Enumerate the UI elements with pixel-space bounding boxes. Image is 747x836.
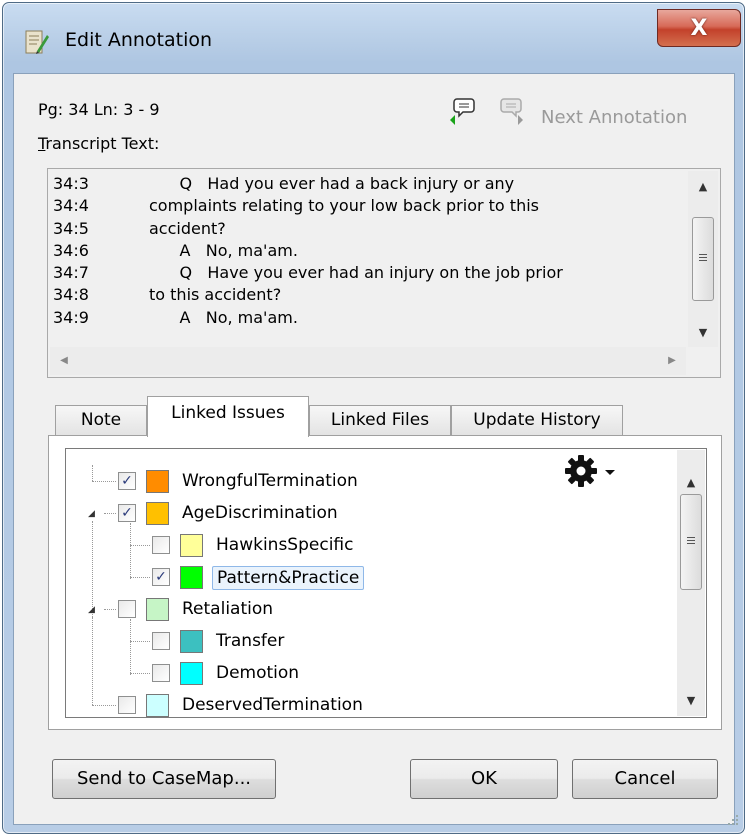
scroll-left-arrow-icon[interactable]: ◀ bbox=[50, 347, 78, 375]
issue-label: Pattern&Practice bbox=[212, 566, 365, 590]
transcript-text-label: Transcript Text: bbox=[38, 134, 159, 153]
tree-item-hawkins-specific[interactable]: HawkinsSpecific bbox=[66, 529, 666, 561]
issue-color-swatch bbox=[180, 662, 203, 685]
tab-update-history[interactable]: Update History bbox=[451, 405, 623, 436]
issue-color-swatch bbox=[146, 598, 169, 621]
issue-checkbox[interactable] bbox=[118, 600, 136, 618]
scroll-up-arrow-icon[interactable]: ▲ bbox=[677, 470, 705, 496]
scroll-up-arrow-icon[interactable]: ▲ bbox=[688, 173, 718, 201]
transcript-line: 34:8 to this accident? bbox=[53, 284, 683, 306]
line-number: 34:6 bbox=[53, 240, 89, 260]
tab-linked-files[interactable]: Linked Files bbox=[309, 405, 451, 436]
issue-label: WrongfulTermination bbox=[182, 471, 358, 491]
resize-grip-icon[interactable] bbox=[727, 814, 739, 826]
tab-note[interactable]: Note bbox=[55, 405, 147, 436]
tree-item-age-discrimination[interactable]: ◢ ✓ AgeDiscrimination bbox=[66, 497, 666, 529]
chevron-down-icon bbox=[605, 470, 615, 475]
issue-color-swatch bbox=[180, 630, 203, 653]
issue-color-swatch bbox=[180, 534, 203, 557]
issue-checkbox[interactable]: ✓ bbox=[118, 504, 136, 522]
line-number: 34:4 bbox=[53, 196, 89, 216]
transcript-label-rest: ranscript Text: bbox=[45, 134, 160, 153]
tree-item-deserved-termination[interactable]: DeservedTermination bbox=[66, 689, 666, 717]
issue-color-swatch bbox=[180, 566, 203, 589]
issue-checkbox[interactable] bbox=[118, 696, 136, 714]
line-text: A No, ma'am. bbox=[149, 307, 298, 327]
line-text: to this accident? bbox=[149, 285, 282, 305]
transcript-line: 34:3 Q Had you ever had a back injury or… bbox=[53, 173, 683, 195]
issue-checkbox[interactable]: ✓ bbox=[118, 472, 136, 490]
line-text: complaints relating to your low back pri… bbox=[149, 196, 539, 216]
scroll-thumb[interactable] bbox=[692, 217, 714, 301]
send-to-casemap-button[interactable]: Send to CaseMap... bbox=[52, 759, 276, 799]
line-number: 34:8 bbox=[53, 285, 89, 305]
issue-color-swatch bbox=[146, 470, 169, 493]
transcript-horizontal-scrollbar[interactable]: ◀ ▶ bbox=[50, 347, 686, 375]
tree-item-demotion[interactable]: Demotion bbox=[66, 657, 666, 689]
line-text: Q Had you ever had a back injury or any bbox=[149, 174, 515, 193]
cancel-button[interactable]: Cancel bbox=[572, 759, 718, 799]
scroll-right-arrow-icon[interactable]: ▶ bbox=[658, 347, 686, 375]
issue-color-swatch bbox=[146, 502, 169, 525]
issues-vertical-scrollbar[interactable]: ▲ ▼ bbox=[677, 450, 705, 716]
gear-icon[interactable] bbox=[563, 453, 623, 489]
window-title: Edit Annotation bbox=[65, 29, 213, 51]
issue-checkbox[interactable]: ✓ bbox=[152, 568, 170, 586]
transcript-lines: 34:3 Q Had you ever had a back injury or… bbox=[53, 173, 683, 339]
transcript-text-box[interactable]: 34:3 Q Had you ever had a back injury or… bbox=[47, 168, 721, 378]
tree-item-retaliation[interactable]: ◢ Retaliation bbox=[66, 593, 666, 625]
tree-item-pattern-practice[interactable]: ✓ Pattern&Practice bbox=[66, 561, 666, 593]
line-text: accident? bbox=[149, 218, 226, 238]
line-number: 34:9 bbox=[53, 307, 89, 327]
transcript-line: 34:4 complaints relating to your low back… bbox=[53, 195, 683, 217]
page-line-label: Pg: 34 Ln: 3 - 9 bbox=[38, 100, 160, 119]
scroll-down-arrow-icon[interactable]: ▼ bbox=[677, 688, 705, 714]
ok-button[interactable]: OK bbox=[410, 759, 558, 799]
issue-label: DeservedTermination bbox=[182, 695, 363, 715]
scroll-thumb[interactable] bbox=[680, 494, 702, 590]
line-number: 34:7 bbox=[53, 263, 89, 283]
transcript-line: 34:7 Q Have you ever had an injury on th… bbox=[53, 262, 683, 284]
scroll-down-arrow-icon[interactable]: ▼ bbox=[688, 319, 718, 347]
issue-label: Retaliation bbox=[182, 599, 274, 619]
transcript-line: 34:5 accident? bbox=[53, 218, 683, 240]
issue-color-swatch bbox=[146, 694, 169, 717]
close-button[interactable]: X bbox=[657, 9, 741, 47]
transcript-vertical-scrollbar[interactable]: ▲ ▼ bbox=[688, 171, 718, 347]
collapse-triangle-icon[interactable]: ◢ bbox=[88, 509, 95, 519]
next-annotation-icon[interactable] bbox=[500, 96, 526, 126]
collapse-triangle-icon[interactable]: ◢ bbox=[88, 605, 95, 615]
issue-checkbox[interactable] bbox=[152, 536, 170, 554]
issue-label: AgeDiscrimination bbox=[182, 503, 338, 523]
issue-label: Demotion bbox=[216, 663, 300, 683]
line-text: Q Have you ever had an injury on the job… bbox=[149, 263, 563, 283]
transcript-line: 34:9 A No, ma'am. bbox=[53, 307, 683, 329]
issue-checkbox[interactable] bbox=[152, 632, 170, 650]
title-bar[interactable]: Edit Annotation bbox=[3, 3, 744, 73]
line-text: A No, ma'am. bbox=[149, 240, 298, 260]
line-number: 34:5 bbox=[53, 218, 89, 238]
next-annotation-link[interactable]: Next Annotation bbox=[541, 107, 687, 128]
previous-annotation-icon[interactable] bbox=[449, 96, 475, 126]
issue-label: Transfer bbox=[216, 631, 285, 651]
tab-linked-issues[interactable]: Linked Issues bbox=[147, 396, 309, 437]
issue-checkbox[interactable] bbox=[152, 664, 170, 682]
line-number: 34:3 bbox=[53, 174, 89, 193]
annotation-app-icon bbox=[25, 30, 49, 54]
tree-item-transfer[interactable]: Transfer bbox=[66, 625, 666, 657]
issue-label: HawkinsSpecific bbox=[216, 535, 354, 555]
transcript-line: 34:6 A No, ma'am. bbox=[53, 240, 683, 262]
